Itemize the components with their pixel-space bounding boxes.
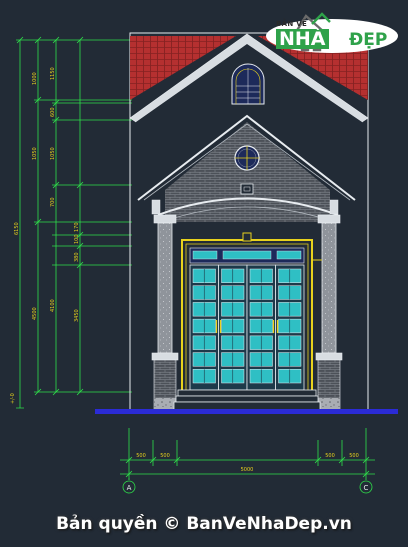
dim-text: 1050 <box>50 147 56 160</box>
dim-text: 6150 <box>14 222 20 235</box>
elevation-drawing: 1000 1050 4500 6150 +/-0 1150 600 1050 7… <box>10 32 398 494</box>
grid-axis-c: C <box>359 480 373 494</box>
grid-label-c: C <box>364 484 369 492</box>
dim-text: 600 <box>50 107 56 117</box>
dim-text: 3450 <box>74 309 80 322</box>
logo-dep-text: ĐẸP <box>349 30 388 50</box>
dim-text: 1050 <box>32 147 38 160</box>
dim-text: 500 <box>136 453 146 459</box>
door-transom <box>189 247 305 264</box>
logo-top-text: BẢN VẼ <box>276 20 308 28</box>
dim-text: 4500 <box>32 307 38 320</box>
left-dimension-texts: 1000 1050 4500 6150 +/-0 1150 600 1050 7… <box>10 67 80 404</box>
round-window <box>234 145 260 171</box>
building-elevation <box>95 32 398 414</box>
dim-text: 700 <box>50 197 56 207</box>
dim-text: 1000 <box>32 72 38 85</box>
dim-text: 500 <box>325 453 335 459</box>
dim-text: +/-0 <box>10 393 16 404</box>
brand-logo: BẢN VẼ NHÀ ĐẸP <box>262 10 402 54</box>
dim-text: 4100 <box>50 299 56 312</box>
bottom-dimension-texts: 500 500 500 500 5000 <box>136 453 359 473</box>
dim-text: 500 <box>160 453 170 459</box>
dim-text: 500 <box>349 453 359 459</box>
keystone <box>240 183 254 195</box>
grid-axis-a: A <box>122 480 136 494</box>
dim-text: 5000 <box>241 467 254 473</box>
dim-text: 1150 <box>50 67 56 80</box>
logo-nha-text: NHÀ <box>276 29 329 49</box>
dim-text: 170 <box>74 222 80 232</box>
arched-window <box>231 63 265 105</box>
dim-text: 380 <box>74 252 80 262</box>
ground-line <box>95 409 398 414</box>
grid-label-a: A <box>127 484 132 492</box>
dim-text: 100 <box>74 234 80 244</box>
entrance-steps <box>173 389 321 411</box>
door-leaves <box>189 264 305 391</box>
copyright-watermark: Bản quyền © BanVeNhaDep.vn <box>56 514 352 534</box>
